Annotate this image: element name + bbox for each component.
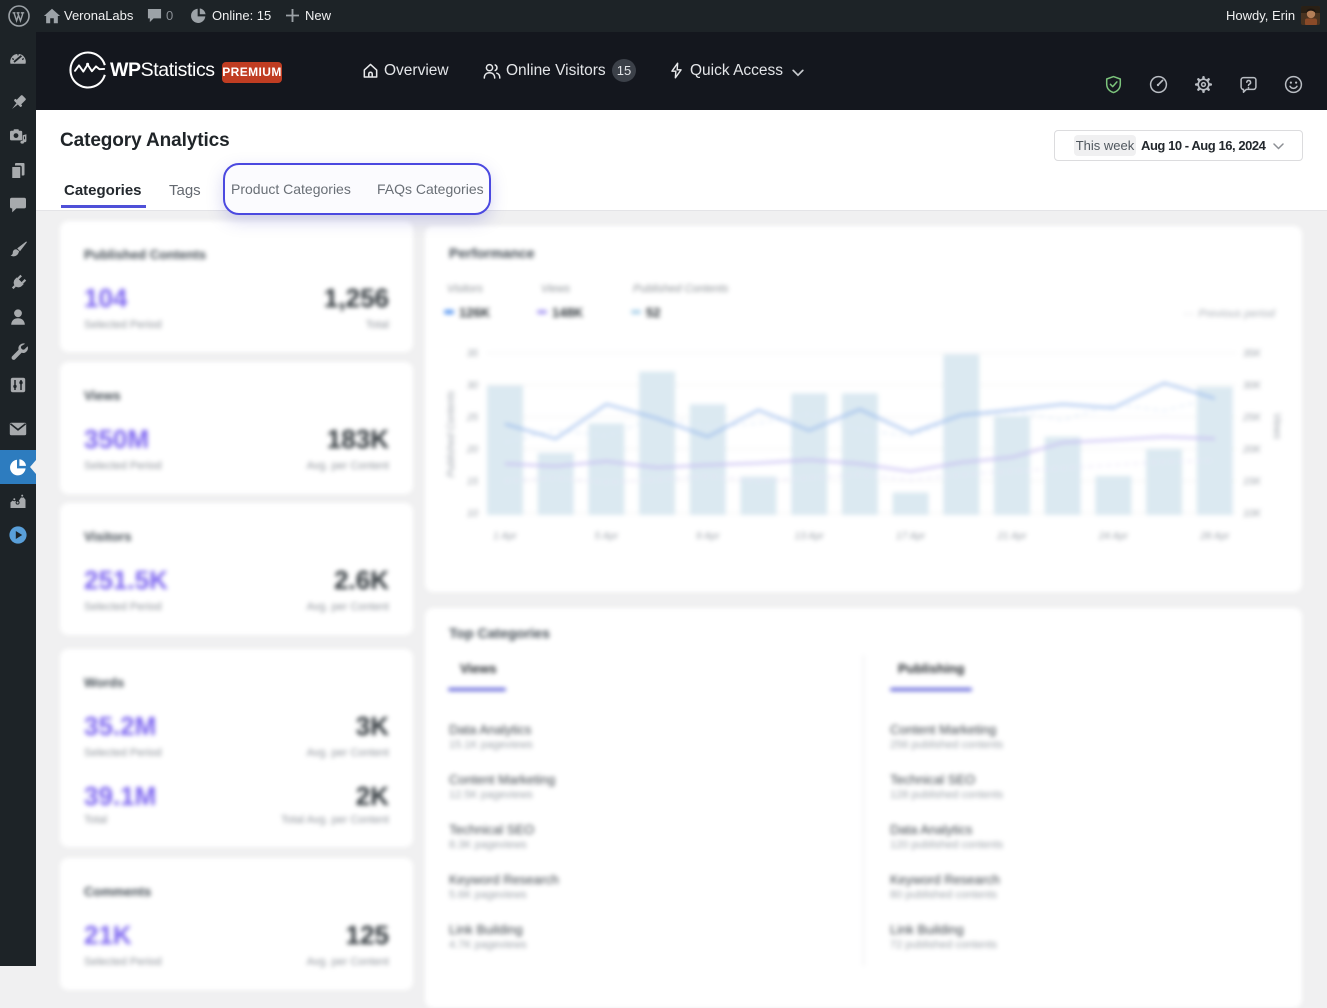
svg-text:Views: Views <box>1271 413 1282 440</box>
svg-text:20: 20 <box>466 445 479 456</box>
svg-text:21 Apr: 21 Apr <box>996 531 1027 542</box>
svg-text:35: 35 <box>467 349 479 360</box>
svg-text:25K: 25K <box>1242 413 1262 424</box>
svg-text:35K: 35K <box>1243 349 1262 360</box>
svg-text:10: 10 <box>467 509 479 520</box>
svg-text:24 Apr: 24 Apr <box>1098 531 1129 542</box>
svg-text:15: 15 <box>467 477 479 488</box>
svg-text:20K: 20K <box>1242 445 1262 456</box>
svg-text:25: 25 <box>466 413 479 424</box>
svg-text:28 Apr: 28 Apr <box>1199 531 1230 542</box>
svg-text:17 Apr: 17 Apr <box>896 531 926 542</box>
svg-text:30: 30 <box>467 381 479 392</box>
svg-text:1 Apr: 1 Apr <box>493 531 517 542</box>
svg-text:30K: 30K <box>1243 381 1262 392</box>
svg-text:5 Apr: 5 Apr <box>595 531 619 542</box>
svg-text:13 Apr: 13 Apr <box>795 531 825 542</box>
svg-text:Published Contents: Published Contents <box>446 391 457 478</box>
svg-text:9 Apr: 9 Apr <box>696 531 720 542</box>
svg-text:10K: 10K <box>1243 509 1262 520</box>
svg-text:15K: 15K <box>1243 477 1262 488</box>
